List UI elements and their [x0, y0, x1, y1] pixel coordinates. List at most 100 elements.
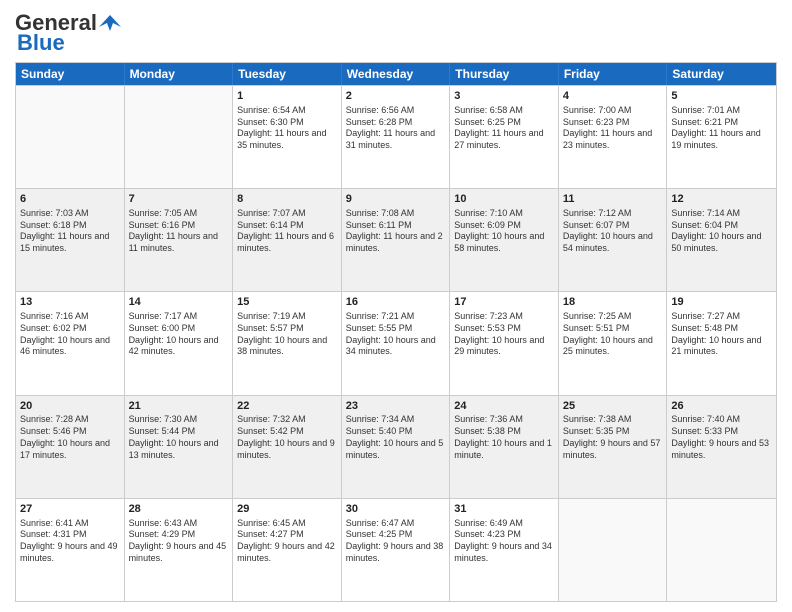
- calendar-body: 1Sunrise: 6:54 AM Sunset: 6:30 PM Daylig…: [16, 85, 776, 601]
- day-number: 26: [671, 399, 772, 414]
- day-cell-3: 3Sunrise: 6:58 AM Sunset: 6:25 PM Daylig…: [450, 86, 559, 188]
- empty-cell: [16, 86, 125, 188]
- day-cell-7: 7Sunrise: 7:05 AM Sunset: 6:16 PM Daylig…: [125, 189, 234, 291]
- day-number: 24: [454, 399, 554, 414]
- day-number: 28: [129, 502, 229, 517]
- day-info: Sunrise: 7:10 AM Sunset: 6:09 PM Dayligh…: [454, 208, 554, 255]
- day-cell-21: 21Sunrise: 7:30 AM Sunset: 5:44 PM Dayli…: [125, 396, 234, 498]
- header: General Blue: [15, 10, 777, 56]
- empty-cell: [125, 86, 234, 188]
- week-row-1: 1Sunrise: 6:54 AM Sunset: 6:30 PM Daylig…: [16, 85, 776, 188]
- day-info: Sunrise: 7:16 AM Sunset: 6:02 PM Dayligh…: [20, 311, 120, 358]
- day-cell-18: 18Sunrise: 7:25 AM Sunset: 5:51 PM Dayli…: [559, 292, 668, 394]
- logo: General Blue: [15, 10, 121, 56]
- day-info: Sunrise: 6:49 AM Sunset: 4:23 PM Dayligh…: [454, 518, 554, 565]
- day-info: Sunrise: 7:25 AM Sunset: 5:51 PM Dayligh…: [563, 311, 663, 358]
- page: General Blue SundayMondayTuesdayWednesda…: [0, 0, 792, 612]
- header-day-saturday: Saturday: [667, 63, 776, 85]
- day-info: Sunrise: 7:17 AM Sunset: 6:00 PM Dayligh…: [129, 311, 229, 358]
- day-cell-1: 1Sunrise: 6:54 AM Sunset: 6:30 PM Daylig…: [233, 86, 342, 188]
- day-cell-11: 11Sunrise: 7:12 AM Sunset: 6:07 PM Dayli…: [559, 189, 668, 291]
- day-number: 29: [237, 502, 337, 517]
- day-number: 6: [20, 192, 120, 207]
- day-number: 25: [563, 399, 663, 414]
- day-number: 21: [129, 399, 229, 414]
- day-info: Sunrise: 7:07 AM Sunset: 6:14 PM Dayligh…: [237, 208, 337, 255]
- day-info: Sunrise: 7:00 AM Sunset: 6:23 PM Dayligh…: [563, 105, 663, 152]
- day-number: 10: [454, 192, 554, 207]
- header-day-thursday: Thursday: [450, 63, 559, 85]
- day-cell-24: 24Sunrise: 7:36 AM Sunset: 5:38 PM Dayli…: [450, 396, 559, 498]
- day-info: Sunrise: 7:19 AM Sunset: 5:57 PM Dayligh…: [237, 311, 337, 358]
- day-cell-23: 23Sunrise: 7:34 AM Sunset: 5:40 PM Dayli…: [342, 396, 451, 498]
- day-number: 15: [237, 295, 337, 310]
- day-number: 16: [346, 295, 446, 310]
- day-info: Sunrise: 7:01 AM Sunset: 6:21 PM Dayligh…: [671, 105, 772, 152]
- day-cell-19: 19Sunrise: 7:27 AM Sunset: 5:48 PM Dayli…: [667, 292, 776, 394]
- day-cell-9: 9Sunrise: 7:08 AM Sunset: 6:11 PM Daylig…: [342, 189, 451, 291]
- day-number: 30: [346, 502, 446, 517]
- day-info: Sunrise: 7:32 AM Sunset: 5:42 PM Dayligh…: [237, 414, 337, 461]
- day-cell-17: 17Sunrise: 7:23 AM Sunset: 5:53 PM Dayli…: [450, 292, 559, 394]
- day-info: Sunrise: 7:23 AM Sunset: 5:53 PM Dayligh…: [454, 311, 554, 358]
- header-day-wednesday: Wednesday: [342, 63, 451, 85]
- day-number: 2: [346, 89, 446, 104]
- day-number: 22: [237, 399, 337, 414]
- header-day-monday: Monday: [125, 63, 234, 85]
- day-cell-13: 13Sunrise: 7:16 AM Sunset: 6:02 PM Dayli…: [16, 292, 125, 394]
- day-number: 14: [129, 295, 229, 310]
- week-row-2: 6Sunrise: 7:03 AM Sunset: 6:18 PM Daylig…: [16, 188, 776, 291]
- day-number: 11: [563, 192, 663, 207]
- day-cell-15: 15Sunrise: 7:19 AM Sunset: 5:57 PM Dayli…: [233, 292, 342, 394]
- day-cell-28: 28Sunrise: 6:43 AM Sunset: 4:29 PM Dayli…: [125, 499, 234, 601]
- day-number: 4: [563, 89, 663, 104]
- day-number: 17: [454, 295, 554, 310]
- day-number: 23: [346, 399, 446, 414]
- day-cell-20: 20Sunrise: 7:28 AM Sunset: 5:46 PM Dayli…: [16, 396, 125, 498]
- day-cell-4: 4Sunrise: 7:00 AM Sunset: 6:23 PM Daylig…: [559, 86, 668, 188]
- day-cell-29: 29Sunrise: 6:45 AM Sunset: 4:27 PM Dayli…: [233, 499, 342, 601]
- day-info: Sunrise: 7:40 AM Sunset: 5:33 PM Dayligh…: [671, 414, 772, 461]
- day-info: Sunrise: 7:21 AM Sunset: 5:55 PM Dayligh…: [346, 311, 446, 358]
- day-number: 31: [454, 502, 554, 517]
- day-cell-22: 22Sunrise: 7:32 AM Sunset: 5:42 PM Dayli…: [233, 396, 342, 498]
- day-number: 19: [671, 295, 772, 310]
- day-number: 9: [346, 192, 446, 207]
- day-number: 7: [129, 192, 229, 207]
- empty-cell: [559, 499, 668, 601]
- day-info: Sunrise: 6:41 AM Sunset: 4:31 PM Dayligh…: [20, 518, 120, 565]
- day-info: Sunrise: 6:43 AM Sunset: 4:29 PM Dayligh…: [129, 518, 229, 565]
- day-number: 1: [237, 89, 337, 104]
- day-info: Sunrise: 7:27 AM Sunset: 5:48 PM Dayligh…: [671, 311, 772, 358]
- week-row-4: 20Sunrise: 7:28 AM Sunset: 5:46 PM Dayli…: [16, 395, 776, 498]
- day-info: Sunrise: 6:58 AM Sunset: 6:25 PM Dayligh…: [454, 105, 554, 152]
- day-number: 13: [20, 295, 120, 310]
- logo-blue-text: Blue: [17, 30, 65, 56]
- day-info: Sunrise: 7:36 AM Sunset: 5:38 PM Dayligh…: [454, 414, 554, 461]
- day-info: Sunrise: 7:34 AM Sunset: 5:40 PM Dayligh…: [346, 414, 446, 461]
- calendar: SundayMondayTuesdayWednesdayThursdayFrid…: [15, 62, 777, 602]
- day-cell-6: 6Sunrise: 7:03 AM Sunset: 6:18 PM Daylig…: [16, 189, 125, 291]
- day-info: Sunrise: 7:30 AM Sunset: 5:44 PM Dayligh…: [129, 414, 229, 461]
- day-cell-25: 25Sunrise: 7:38 AM Sunset: 5:35 PM Dayli…: [559, 396, 668, 498]
- day-number: 5: [671, 89, 772, 104]
- day-cell-8: 8Sunrise: 7:07 AM Sunset: 6:14 PM Daylig…: [233, 189, 342, 291]
- day-number: 20: [20, 399, 120, 414]
- header-day-tuesday: Tuesday: [233, 63, 342, 85]
- day-cell-2: 2Sunrise: 6:56 AM Sunset: 6:28 PM Daylig…: [342, 86, 451, 188]
- day-number: 3: [454, 89, 554, 104]
- day-info: Sunrise: 6:47 AM Sunset: 4:25 PM Dayligh…: [346, 518, 446, 565]
- week-row-3: 13Sunrise: 7:16 AM Sunset: 6:02 PM Dayli…: [16, 291, 776, 394]
- day-number: 27: [20, 502, 120, 517]
- day-cell-16: 16Sunrise: 7:21 AM Sunset: 5:55 PM Dayli…: [342, 292, 451, 394]
- day-info: Sunrise: 6:56 AM Sunset: 6:28 PM Dayligh…: [346, 105, 446, 152]
- day-cell-27: 27Sunrise: 6:41 AM Sunset: 4:31 PM Dayli…: [16, 499, 125, 601]
- day-cell-26: 26Sunrise: 7:40 AM Sunset: 5:33 PM Dayli…: [667, 396, 776, 498]
- day-info: Sunrise: 7:03 AM Sunset: 6:18 PM Dayligh…: [20, 208, 120, 255]
- day-number: 8: [237, 192, 337, 207]
- header-day-friday: Friday: [559, 63, 668, 85]
- header-day-sunday: Sunday: [16, 63, 125, 85]
- day-cell-12: 12Sunrise: 7:14 AM Sunset: 6:04 PM Dayli…: [667, 189, 776, 291]
- day-number: 18: [563, 295, 663, 310]
- day-cell-31: 31Sunrise: 6:49 AM Sunset: 4:23 PM Dayli…: [450, 499, 559, 601]
